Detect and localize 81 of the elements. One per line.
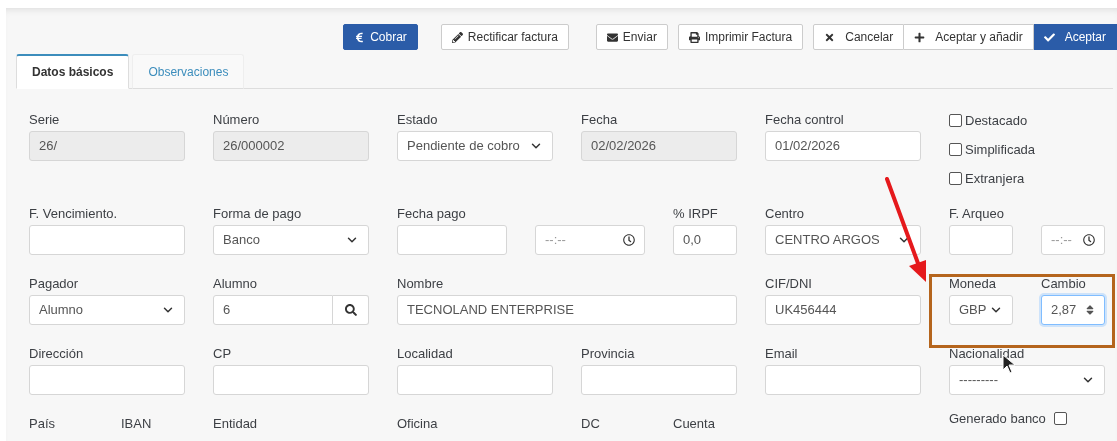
field-label: % IRPF: [673, 205, 719, 222]
checkbox[interactable]: [949, 114, 962, 127]
check-icon: [1043, 31, 1055, 43]
field-label: CIF/DNI: [765, 275, 813, 292]
clock-icon: [1083, 234, 1095, 246]
field-label: Alumno: [213, 275, 259, 292]
text-field[interactable]: [29, 225, 185, 255]
action-button[interactable]: Aceptar: [1033, 24, 1117, 50]
field-label: Nacionalidad: [949, 345, 1026, 362]
tab[interactable]: Observaciones: [132, 54, 245, 89]
field-label: Provincia: [581, 345, 636, 362]
toolbar-button[interactable]: Imprimir Factura: [677, 24, 804, 50]
euro-icon: [354, 31, 366, 43]
field-label: Centro: [765, 205, 806, 222]
date-field[interactable]: [397, 225, 507, 255]
text-field[interactable]: 6: [213, 295, 333, 325]
field-label: Cuenta: [673, 415, 716, 432]
envelope-icon: [606, 31, 618, 43]
checkbox[interactable]: [949, 143, 962, 156]
toolbar-button[interactable]: Cobrar: [343, 24, 418, 50]
search-icon: [344, 304, 357, 316]
select-dropdown[interactable]: ---------: [949, 365, 1105, 395]
checkbox[interactable]: [1053, 412, 1067, 426]
plus-icon: [914, 31, 926, 43]
search-button[interactable]: [333, 295, 369, 325]
action-button[interactable]: Aceptar y añadir: [904, 24, 1034, 50]
field-label: Pagador: [29, 275, 80, 292]
select-dropdown[interactable]: Pendiente de cobro: [397, 131, 553, 161]
text-field[interactable]: UK456444: [765, 295, 921, 325]
field-label: Nombre: [397, 275, 445, 292]
field-label: Localidad: [397, 345, 454, 362]
toolbar-button[interactable]: Enviar: [595, 24, 668, 50]
checkbox-label: Extranjera: [965, 169, 1025, 188]
text-field[interactable]: [397, 365, 553, 395]
field-label: Moneda: [949, 275, 997, 292]
checkbox-label: Simplificada: [965, 140, 1036, 159]
field-label: Cambio: [1041, 275, 1087, 292]
clock-icon: [623, 234, 635, 246]
date-field[interactable]: [949, 225, 1013, 255]
number-field[interactable]: 2,87: [1041, 295, 1105, 325]
field-label: Oficina: [397, 415, 439, 432]
text-field[interactable]: [581, 365, 737, 395]
field-label: Número: [213, 111, 261, 128]
field-label: Estado: [397, 111, 439, 128]
field-label: Fecha control: [765, 111, 845, 128]
readonly-field[interactable]: 26/000002: [213, 131, 369, 161]
field-label: Fecha: [581, 111, 619, 128]
spinner-icon: [1085, 304, 1095, 316]
text-field[interactable]: TECNOLAND ENTERPRISE: [397, 295, 737, 325]
text-field[interactable]: 0,0: [673, 225, 737, 255]
field-label: Serie: [29, 111, 61, 128]
field-label: Dirección: [29, 345, 85, 362]
field-label: IBAN: [121, 415, 153, 432]
toolbar-button[interactable]: Rectificar factura: [440, 24, 569, 50]
text-field[interactable]: [765, 365, 921, 395]
select-dropdown[interactable]: Alumno: [29, 295, 185, 325]
field-label: F. Arqueo: [949, 205, 1005, 222]
field-label: Entidad: [213, 415, 259, 432]
pencil-icon: [451, 31, 463, 43]
checkbox-label: Destacado: [965, 111, 1028, 130]
field-label: DC: [581, 415, 601, 432]
select-dropdown[interactable]: GBP: [949, 295, 1013, 325]
close-icon: [824, 31, 836, 43]
readonly-field[interactable]: 02/02/2026: [581, 131, 737, 161]
select-dropdown[interactable]: CENTRO ARGOS: [765, 225, 921, 255]
tab[interactable]: Datos básicos: [16, 54, 130, 89]
checkbox-label: Generado banco: [949, 410, 1046, 428]
field-label: F. Vencimiento.: [29, 205, 119, 222]
field-label: Email: [765, 345, 799, 362]
field-label: CP: [213, 345, 233, 362]
checkbox[interactable]: [949, 172, 962, 185]
text-field[interactable]: [213, 365, 369, 395]
field-label: Fecha pago: [397, 205, 467, 222]
field-label: Forma de pago: [213, 205, 303, 222]
select-dropdown[interactable]: Banco: [213, 225, 369, 255]
text-field[interactable]: [29, 365, 185, 395]
action-button[interactable]: Cancelar: [813, 24, 905, 50]
readonly-field[interactable]: 26/: [29, 131, 185, 161]
printer-icon: [688, 31, 700, 43]
field-label: País: [29, 415, 56, 432]
text-field[interactable]: 01/02/2026: [765, 131, 921, 161]
